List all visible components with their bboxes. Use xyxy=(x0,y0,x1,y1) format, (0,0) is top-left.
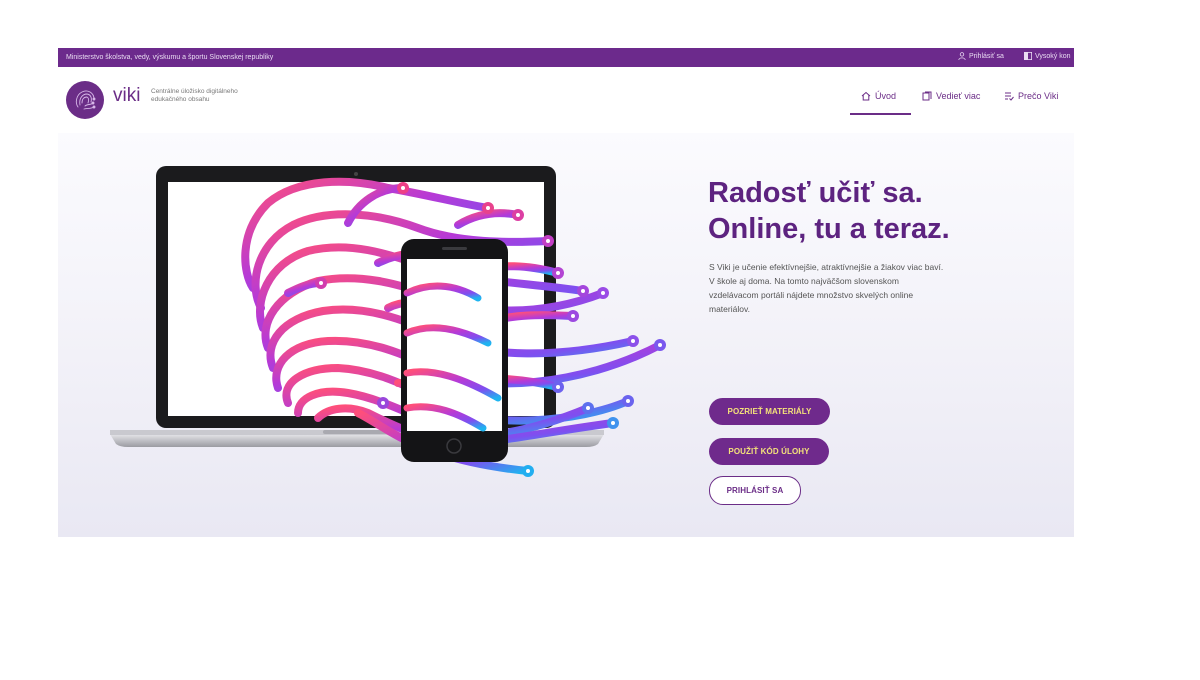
viki-logo[interactable] xyxy=(66,81,104,119)
site-viewport: Ministerstvo školstva, vedy, výskumu a š… xyxy=(58,48,1074,537)
hero-title-line-2: Online, tu a teraz. xyxy=(708,213,950,245)
ministry-link[interactable]: Ministerstvo školstva, vedy, výskumu a š… xyxy=(66,54,273,61)
login-button[interactable]: PRIHLÁSIŤ SA xyxy=(709,476,801,505)
nav-label-preco-viki: Prečo Viki xyxy=(1018,91,1059,101)
brand-name[interactable]: viki xyxy=(113,85,140,107)
high-contrast-label: Vysoký kon xyxy=(1035,52,1071,60)
nav-label-vediet-viac: Vedieť viac xyxy=(936,91,981,101)
top-login-label: Prihlásiť sa xyxy=(969,52,1004,60)
contrast-icon xyxy=(1024,52,1032,60)
hero-title-line-1: Radosť učiť sa. xyxy=(708,177,923,209)
site-header: viki Centrálne úložisko digitálneho eduk… xyxy=(58,67,1074,133)
active-nav-indicator xyxy=(850,113,911,115)
hero-title: Radosť učiť sa. Online, tu a teraz. xyxy=(708,175,950,247)
brain-head-icon xyxy=(75,90,96,110)
brand-subtitle: Centrálne úložisko digitálneho edukačnéh… xyxy=(151,88,238,103)
use-task-code-button[interactable]: POUŽIŤ KÓD ÚLOHY xyxy=(709,438,829,465)
high-contrast-link[interactable]: Vysoký kon xyxy=(1024,52,1071,60)
home-icon xyxy=(861,91,871,101)
checklist-icon xyxy=(1005,92,1014,101)
view-materials-button[interactable]: POZRIEŤ MATERIÁLY xyxy=(709,398,830,425)
hero-section: Radosť učiť sa. Online, tu a teraz. S Vi… xyxy=(58,133,1074,537)
nav-item-preco-viki[interactable]: Prečo Viki xyxy=(1004,91,1058,101)
nav-item-uvod[interactable]: Úvod xyxy=(861,91,896,101)
user-icon xyxy=(958,52,966,60)
nav-item-vediet-viac[interactable]: Vedieť viac xyxy=(922,91,980,101)
nav-label-uvod: Úvod xyxy=(875,91,897,101)
devices-illustration xyxy=(110,166,666,477)
smartphone-image xyxy=(401,239,508,462)
top-login-link[interactable]: Prihlásiť sa xyxy=(958,52,1004,60)
top-bar: Ministerstvo školstva, vedy, výskumu a š… xyxy=(58,48,1074,67)
hero-description: S Viki je učenie efektívnejšie, atraktív… xyxy=(709,262,944,314)
book-icon xyxy=(922,91,932,101)
